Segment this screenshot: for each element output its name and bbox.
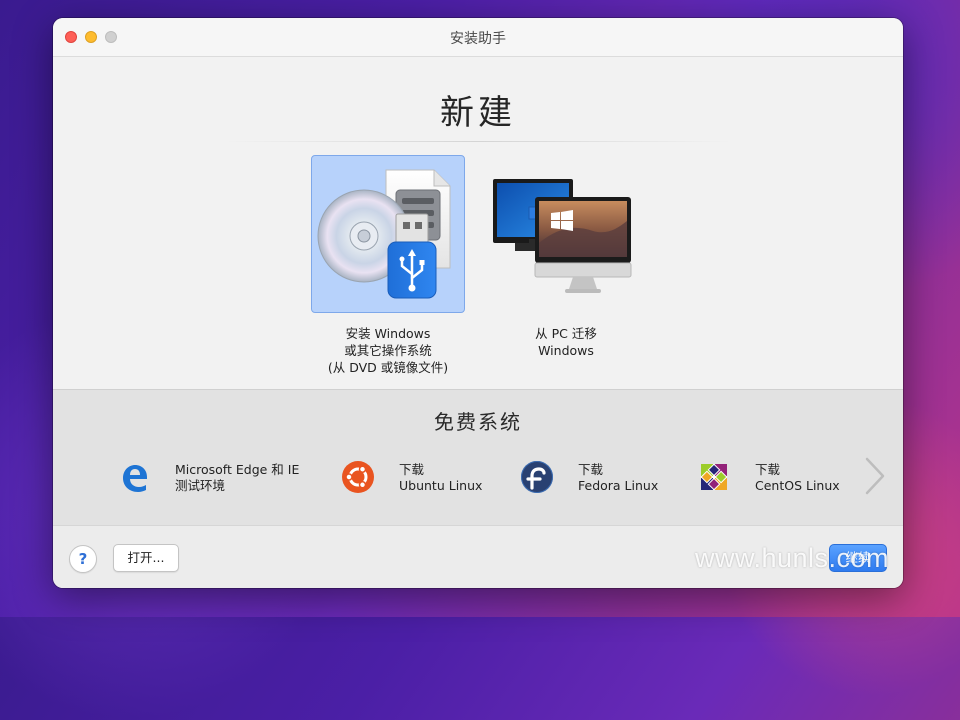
migrate-label-line2: Windows — [538, 343, 594, 358]
pc-to-mac-migration-icon — [493, 179, 632, 293]
centos-label-line1: 下载 — [755, 462, 781, 477]
migrate-from-pc-label: 从 PC 迁移 Windows — [466, 325, 666, 359]
free-item-edge[interactable]: Microsoft Edge 和 IE 测试环境 — [117, 460, 317, 500]
ubuntu-label-line2: Ubuntu Linux — [399, 478, 483, 493]
free-item-fedora[interactable]: 下载 Fedora Linux — [520, 460, 670, 500]
dvd-usb-icon — [317, 169, 451, 299]
install-label-line3: (从 DVD 或镜像文件) — [327, 360, 449, 375]
fedora-label-line2: Fedora Linux — [578, 478, 659, 493]
free-item-edge-label: Microsoft Edge 和 IE 测试环境 — [175, 462, 299, 494]
free-item-fedora-label: 下载 Fedora Linux — [578, 462, 658, 494]
free-item-ubuntu[interactable]: 下载 Ubuntu Linux — [341, 460, 491, 500]
edge-icon — [123, 465, 147, 492]
title-bar: 安装助手 — [53, 18, 903, 57]
help-button[interactable]: ? — [69, 545, 97, 573]
open-button[interactable]: 打开... — [113, 544, 179, 572]
page-title: 新建 — [440, 93, 516, 133]
migrate-from-pc-tile[interactable] — [489, 155, 643, 313]
ubuntu-icon — [342, 461, 374, 493]
fedora-icon — [521, 461, 553, 493]
free-item-ubuntu-label: 下载 Ubuntu Linux — [399, 462, 482, 494]
heading-divider — [223, 141, 733, 142]
centos-icon — [700, 463, 728, 491]
migrate-label-line1: 从 PC 迁移 — [535, 326, 597, 341]
edge-label-line2: 测试环境 — [175, 478, 226, 493]
migrate-from-pc-option[interactable]: 从 PC 迁移 Windows — [489, 155, 643, 359]
fedora-label-line1: 下载 — [578, 462, 604, 477]
watermark: www.hunls.com — [695, 543, 890, 573]
install-windows-option[interactable]: 安装 Windows 或其它操作系统 (从 DVD 或镜像文件) — [311, 155, 465, 376]
free-item-centos[interactable]: 下载 CentOS Linux — [697, 460, 847, 500]
centos-label-line2: CentOS Linux — [755, 478, 840, 493]
free-systems-pane: 免费系统 Microsoft Edge 和 IE 测试环境 下载 Ubuntu — [53, 389, 903, 526]
edge-label-line1: Microsoft Edge 和 IE — [175, 462, 300, 477]
ubuntu-label-line1: 下载 — [399, 462, 425, 477]
free-systems-title: 免费系统 — [434, 410, 522, 434]
install-windows-tile[interactable] — [311, 155, 465, 313]
new-vm-pane: 新建 安装 Windows 或其它操作系统 (从 DVD 或镜像文件) 从 PC… — [53, 57, 903, 389]
installation-assistant-window: 安装助手 新建 安装 Windows 或其它操作系统 (从 DVD 或镜像文件)… — [53, 18, 903, 588]
window-title: 安装助手 — [450, 31, 506, 47]
free-item-centos-label: 下载 CentOS Linux — [755, 462, 840, 494]
chevron-right-icon[interactable] — [861, 455, 887, 497]
